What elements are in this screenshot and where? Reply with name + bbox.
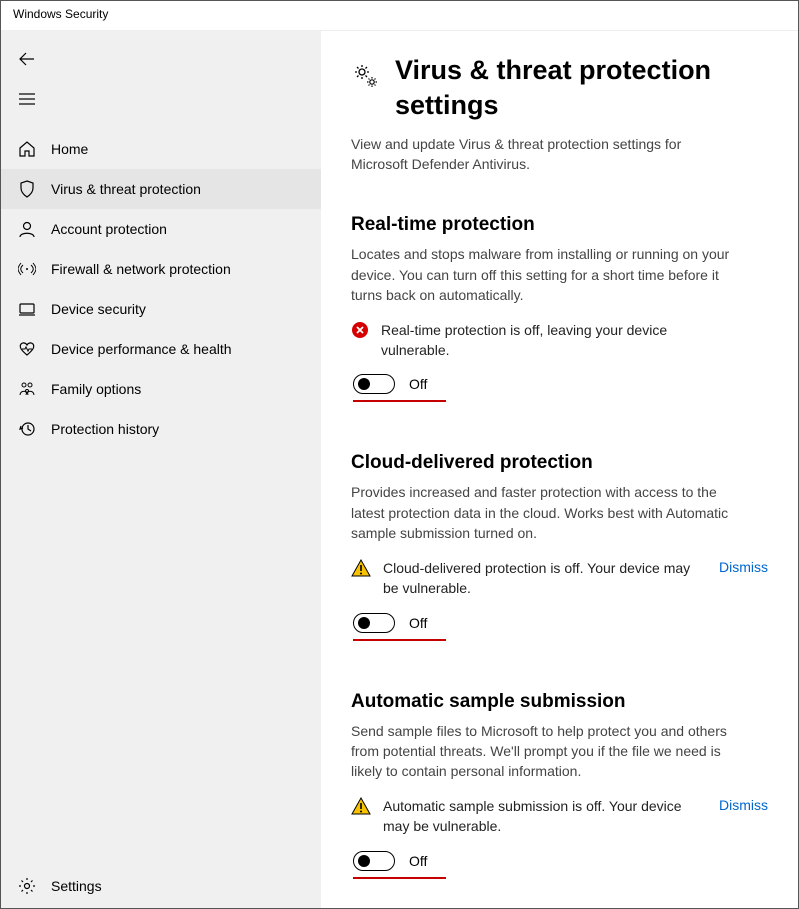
alert-message: Cloud-delivered protection is off. Your … (383, 559, 693, 598)
realtime-toggle[interactable] (353, 374, 395, 394)
dismiss-link[interactable]: Dismiss (719, 559, 768, 575)
sidebar-item-label: Device performance & health (51, 341, 232, 357)
warning-icon (351, 559, 371, 577)
cloud-toggle[interactable] (353, 613, 395, 633)
sidebar-item-family[interactable]: Family options (1, 369, 321, 409)
sidebar-item-label: Family options (51, 381, 141, 397)
section-title: Cloud-delivered protection (351, 452, 768, 474)
sidebar-item-account[interactable]: Account protection (1, 209, 321, 249)
back-button[interactable] (1, 39, 321, 79)
sidebar-item-firewall[interactable]: Firewall & network protection (1, 249, 321, 289)
warning-icon (351, 797, 371, 815)
shield-icon (17, 179, 37, 199)
gear-icon (17, 876, 37, 896)
sidebar-item-history[interactable]: Protection history (1, 409, 321, 449)
dismiss-link[interactable]: Dismiss (719, 797, 768, 813)
toggle-state: Off (409, 853, 427, 869)
section-sample: Automatic sample submission Send sample … (351, 691, 768, 879)
sidebar-item-home[interactable]: Home (1, 129, 321, 169)
section-desc: Locates and stops malware from installin… (351, 244, 751, 305)
sidebar-item-settings[interactable]: Settings (1, 864, 321, 908)
sidebar-item-label: Home (51, 141, 88, 157)
family-icon (17, 379, 37, 399)
toggle-state: Off (409, 615, 427, 631)
alert-message: Automatic sample submission is off. Your… (383, 797, 693, 836)
page-subtitle: View and update Virus & threat protectio… (351, 135, 731, 174)
back-arrow-icon (19, 51, 35, 67)
sidebar-item-device[interactable]: Device security (1, 289, 321, 329)
settings-gears-icon (351, 61, 381, 91)
account-icon (17, 219, 37, 239)
page-title: Virus & threat protection settings (395, 53, 768, 123)
sidebar-item-label: Protection history (51, 421, 159, 437)
sidebar-item-label: Device security (51, 301, 146, 317)
hamburger-icon (19, 93, 35, 105)
sidebar-item-label: Virus & threat protection (51, 181, 201, 197)
sidebar-item-performance[interactable]: Device performance & health (1, 329, 321, 369)
history-icon (17, 419, 37, 439)
error-icon (351, 321, 369, 339)
network-icon (17, 259, 37, 279)
section-desc: Send sample files to Microsoft to help p… (351, 721, 751, 782)
alert-message: Real-time protection is off, leaving you… (381, 321, 691, 360)
sidebar-item-label: Account protection (51, 221, 167, 237)
heart-icon (17, 339, 37, 359)
section-desc: Provides increased and faster protection… (351, 482, 751, 543)
sidebar-settings-label: Settings (51, 878, 102, 894)
sample-toggle[interactable] (353, 851, 395, 871)
section-realtime: Real-time protection Locates and stops m… (351, 214, 768, 402)
window-titlebar: Windows Security (1, 1, 798, 31)
toggle-state: Off (409, 376, 427, 392)
section-cloud: Cloud-delivered protection Provides incr… (351, 452, 768, 640)
hamburger-button[interactable] (1, 79, 321, 119)
home-icon (17, 139, 37, 159)
sidebar-item-virus[interactable]: Virus & threat protection (1, 169, 321, 209)
window-title: Windows Security (13, 7, 108, 21)
section-title: Automatic sample submission (351, 691, 768, 713)
main-content: Virus & threat protection settings View … (321, 31, 798, 908)
section-title: Real-time protection (351, 214, 768, 236)
sidebar-item-label: Firewall & network protection (51, 261, 231, 277)
device-icon (17, 299, 37, 319)
sidebar: Home Virus & threat protection Account p… (1, 31, 321, 908)
